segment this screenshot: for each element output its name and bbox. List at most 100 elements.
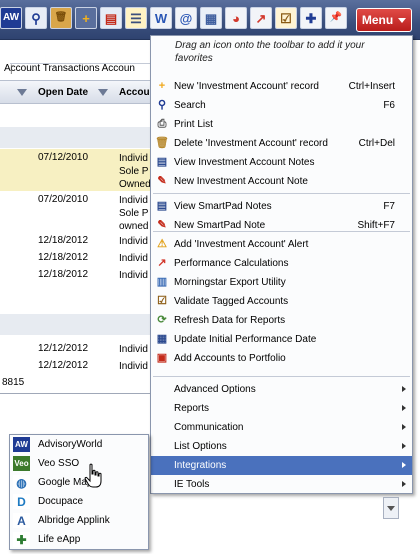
menu-item-new-smartpad-note[interactable]: ✎ New SmartPad Note Shift+F7 (151, 216, 412, 235)
column-header-account[interactable]: Accou (119, 87, 150, 98)
menu-button[interactable]: Menu (356, 8, 412, 32)
word-doc-icon[interactable]: W (150, 7, 172, 29)
table-row[interactable]: 12/12/2012 Individ (0, 343, 160, 359)
submenu-item-label: Albridge Applink (38, 515, 110, 526)
menu-item-label: New 'Investment Account' record (174, 81, 319, 92)
table-row[interactable]: 12/18/2012 Individ (0, 252, 160, 268)
note-pin-icon[interactable]: ✚ (300, 7, 322, 29)
export-icon: ▥ (156, 276, 168, 288)
new-note-icon: ✎ (157, 175, 167, 187)
menu-item-view-investment-account-notes[interactable]: ▤ View Investment Account Notes (151, 153, 412, 172)
pushpin-icon[interactable]: 📌 (325, 7, 347, 29)
menu-item-search[interactable]: ⚲ Search F6 (151, 96, 412, 115)
search-icon[interactable]: ⚲ (25, 7, 47, 29)
chevron-right-icon (402, 481, 406, 487)
account-line: owned (119, 221, 149, 232)
menu-item-shortcut: F7 (383, 201, 395, 212)
search-icon: ⚲ (157, 99, 167, 111)
menu-item-label: Advanced Options (174, 384, 256, 395)
menu-item-label: Add 'Investment Account' Alert (174, 239, 309, 250)
menu-item-list-options[interactable]: List Options (151, 437, 412, 456)
advisoryworld-logo-icon[interactable]: AW (0, 7, 22, 29)
menu-item-ie-tools[interactable]: IE Tools (151, 475, 412, 494)
menu-item-label: Update Initial Performance Date (174, 334, 317, 345)
row-open-date: 12/12/2012 (38, 343, 89, 354)
chevron-right-icon (402, 424, 406, 430)
menu-item-label: New Investment Account Note (174, 176, 308, 187)
tab-strip: Account Transactions | Accoun (4, 63, 267, 75)
row-account-type: Individ (119, 253, 148, 264)
menu-item-reports[interactable]: Reports (151, 399, 412, 418)
view-smartpad-icon: ▤ (156, 200, 168, 212)
menu-item-advanced-options[interactable]: Advanced Options (151, 380, 412, 399)
submenu-item-veo-sso[interactable]: Veo Veo SSO (10, 454, 148, 473)
filter-icon[interactable] (98, 89, 108, 97)
menu-item-view-smartpad-notes[interactable]: ▤ View SmartPad Notes F7 (151, 197, 412, 216)
menu-item-label: New SmartPad Note (174, 220, 266, 231)
menu-item-label: Communication (174, 422, 244, 433)
list-icon[interactable]: ☰ (125, 7, 147, 29)
menu-item-integrations[interactable]: Integrations (151, 456, 412, 475)
account-line: Sole P (119, 166, 149, 177)
menu-hint-text: Drag an icon onto the toolbar to add it … (175, 40, 365, 64)
grid-header: Open Date Accou (0, 80, 160, 104)
add-icon[interactable]: + (75, 7, 97, 29)
filter-icon[interactable] (17, 89, 27, 97)
chevron-down-icon (387, 505, 395, 511)
row-account-type: Individ (119, 344, 148, 355)
pdf-icon[interactable]: ▤ (100, 7, 122, 29)
menu-item-label: Integrations (174, 460, 227, 471)
menu-item-label: Reports (174, 403, 210, 414)
menu-item-label: List Options (174, 441, 227, 452)
row-account-type: Individ (119, 270, 148, 281)
submenu-item-advisoryworld[interactable]: AW AdvisoryWorld (10, 435, 148, 454)
menu-item-communication[interactable]: Communication (151, 418, 412, 437)
integrations-submenu: AW AdvisoryWorld Veo Veo SSO ◍ Google Maps D Do… (9, 434, 149, 550)
chevron-right-icon (402, 386, 406, 392)
table-row[interactable]: 12/18/2012 Individ (0, 235, 160, 251)
menu-separator (153, 231, 410, 232)
trash-icon[interactable]: 🗑 (50, 7, 72, 29)
menu-item-print-list[interactable]: ⎙ Print List (151, 115, 412, 134)
chevron-down-icon (398, 17, 407, 23)
email-icon[interactable]: @ (175, 7, 197, 29)
submenu-item-label: Veo SSO (38, 458, 80, 469)
row-open-date: 07/20/2010 (38, 194, 89, 205)
menu-item-morningstar-export-utility[interactable]: ▥ Morningstar Export Utility (151, 273, 412, 292)
menu-item-update-initial-performance-date[interactable]: ▦ Update Initial Performance Date (151, 330, 412, 349)
row-account-type: Individ (119, 361, 148, 372)
group-band (0, 314, 160, 335)
menu-item-shortcut: F6 (383, 100, 395, 111)
submenu-item-life-eapp[interactable]: ✚ Life eApp (10, 530, 148, 549)
table-row[interactable]: 07/12/2010 Individ Sole P Owned (0, 149, 160, 191)
menu-item-performance-calculations[interactable]: ↗ Performance Calculations (151, 254, 412, 273)
divider (0, 393, 160, 394)
column-header-open-date[interactable]: Open Date (38, 87, 88, 98)
table-row[interactable]: 12/12/2012 Individ (0, 360, 160, 376)
menu-item-add-accounts-to-portfolio[interactable]: ▣ Add Accounts to Portfolio (151, 349, 412, 368)
menu-scroll-down-button[interactable] (383, 497, 399, 519)
submenu-item-label: Life eApp (38, 534, 81, 545)
checklist-icon[interactable]: ☑ (275, 7, 297, 29)
account-line: Individ (119, 195, 148, 206)
table-row[interactable]: 12/18/2012 Individ (0, 269, 160, 285)
menu-item-delete-investment-account-record[interactable]: 🗑 Delete 'Investment Account' record Ctrl+… (151, 134, 412, 153)
menu-item-add-investment-account-alert[interactable]: ⚠ Add 'Investment Account' Alert (151, 235, 412, 254)
submenu-item-albridge-applink[interactable]: A Albridge Applink (10, 511, 148, 530)
line-chart-icon[interactable]: ↗ (250, 7, 272, 29)
table-row[interactable]: 07/20/2010 Individ Sole P owned (0, 192, 160, 234)
menu-item-new-investment-account-note[interactable]: ✎ New Investment Account Note (151, 172, 412, 191)
albridge-icon: A (13, 513, 30, 528)
menu-item-refresh-data-for-reports[interactable]: ⟳ Refresh Data for Reports (151, 311, 412, 330)
grid-icon[interactable]: ▦ (200, 7, 222, 29)
submenu-item-docupace[interactable]: D Docupace (10, 492, 148, 511)
menu-item-validate-tagged-accounts[interactable]: ☑ Validate Tagged Accounts (151, 292, 412, 311)
row-open-date: 12/18/2012 (38, 252, 89, 263)
pie-chart-icon[interactable]: ◕ (225, 7, 247, 29)
menu-item-new-investment-account-record[interactable]: + New 'Investment Account' record Ctrl+Ins… (151, 77, 412, 96)
menu-item-label: Delete 'Investment Account' record (174, 138, 328, 149)
submenu-item-google-maps[interactable]: ◍ Google Maps (10, 473, 148, 492)
menu-item-label: IE Tools (174, 479, 210, 490)
trash-icon: 🗑 (155, 137, 169, 149)
row-open-date: 12/18/2012 (38, 269, 89, 280)
